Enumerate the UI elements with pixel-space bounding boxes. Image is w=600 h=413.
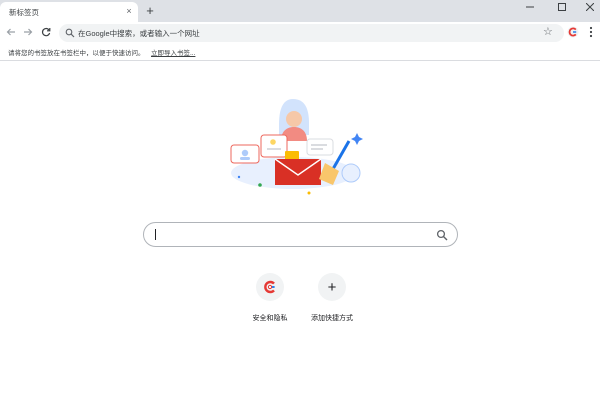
address-bar-input[interactable]: [78, 24, 538, 42]
privacy-shield-icon: [264, 280, 275, 294]
import-bookmarks-link[interactable]: 立即导入书签...: [151, 47, 195, 57]
toolbar: ☆: [0, 22, 600, 43]
shortcut-tile-privacy[interactable]: 安全和隐私: [239, 271, 301, 331]
forward-arrow-icon[interactable]: [21, 25, 35, 39]
search-box[interactable]: [143, 222, 458, 247]
shortcut-icon-circle: +: [318, 273, 346, 301]
search-icon[interactable]: [436, 229, 448, 241]
search-input[interactable]: [154, 226, 424, 243]
tab-strip: 新标签页 × +: [0, 0, 600, 22]
text-cursor: [155, 229, 156, 240]
new-tab-button[interactable]: +: [143, 4, 157, 18]
shortcut-tile-add[interactable]: + 添加快捷方式: [301, 271, 363, 331]
more-menu-icon[interactable]: [586, 25, 596, 39]
omnibox[interactable]: ☆: [59, 24, 564, 42]
bookmark-star-icon[interactable]: ☆: [543, 27, 554, 38]
tab-close-icon[interactable]: ×: [124, 6, 134, 16]
new-tab-illustration: [230, 99, 363, 195]
tab-title: 新标签页: [9, 8, 39, 17]
search-icon: [65, 28, 75, 38]
bookmarks-bar: 请将您的书签放在书签栏中，以便于快速访问。 立即导入书签...: [0, 43, 600, 61]
maximize-icon[interactable]: [548, 0, 576, 14]
shortcut-label: 添加快捷方式: [311, 315, 353, 322]
bookmarks-hint: 请将您的书签放在书签栏中，以便于快速访问。: [8, 50, 145, 57]
extension-privacy-icon[interactable]: [567, 26, 579, 38]
shortcut-label: 安全和隐私: [252, 315, 288, 322]
back-arrow-icon[interactable]: [4, 25, 18, 39]
close-window-icon[interactable]: [576, 0, 600, 14]
tab-new-tab[interactable]: 新标签页 ×: [0, 2, 138, 22]
minimize-icon[interactable]: [516, 0, 544, 14]
plus-icon: +: [327, 278, 337, 296]
shortcut-icon-circle: [256, 273, 284, 301]
reload-icon[interactable]: [39, 25, 53, 39]
